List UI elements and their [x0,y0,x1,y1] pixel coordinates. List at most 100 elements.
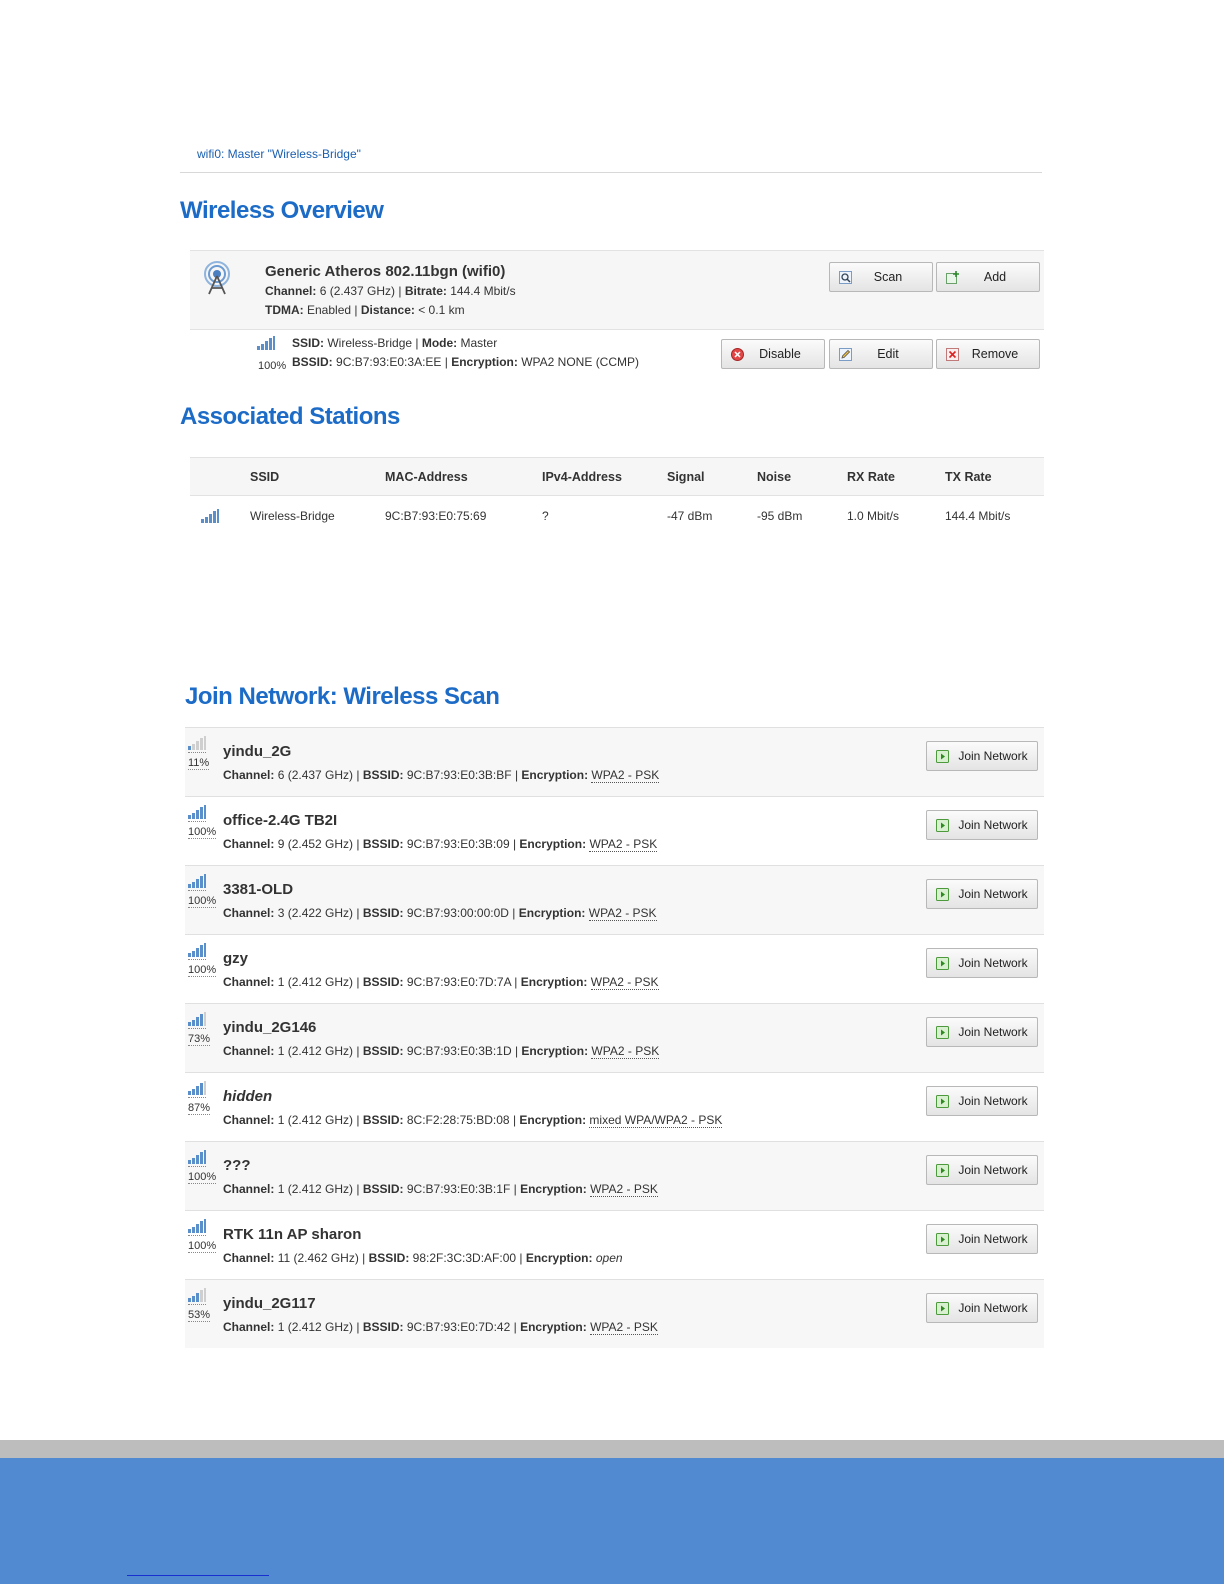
join-icon [936,1164,949,1177]
signal-underline [188,1235,206,1236]
join-network-button[interactable]: Join Network [926,1293,1038,1323]
network-ssid: RTK 11n AP sharon [223,1226,362,1243]
channel-value: 9 (2.452 GHz) [277,837,354,851]
col-noise: Noise [757,469,792,484]
bssid-value: 9C:B7:93:E0:3B:BF [406,768,512,782]
device-name: Generic Atheros 802.11bgn (wifi0) [265,263,506,280]
network-ssid: yindu_2G117 [223,1295,316,1312]
network-ssid-line: SSID: Wireless-Bridge | Mode: Master [292,336,498,350]
channel-value: 3 (2.422 GHz) [277,906,354,920]
tab-divider [180,172,1042,173]
signal-pct: 100% [188,1240,217,1253]
bssid-label: BSSID: [362,975,404,989]
signal-icon [188,1081,206,1095]
bssid-value: 9C:B7:93:E0:3B:09 [406,837,510,851]
bssid-label: BSSID: [368,1251,410,1265]
signal-underline [188,959,206,960]
encryption-label: Encryption: [525,1251,593,1265]
network-bssid-line: BSSID: 9C:B7:93:E0:3A:EE | Encryption: W… [292,355,640,369]
list-item: 100%??? Channel: 1 (2.412 GHz) | BSSID: 9… [185,1141,1044,1210]
channel-value: 11 (2.462 GHz) [277,1251,359,1265]
signal-icon [257,336,275,350]
network-details: Channel: 1 (2.412 GHz) | BSSID: 9C:B7:93… [223,1320,658,1335]
antenna-icon [204,261,230,295]
encryption-value: WPA2 NONE (CCMP) [521,355,640,369]
bssid-value: 98:2F:3C:3D:AF:00 [412,1251,517,1265]
bssid-value: 9C:B7:93:00:00:0D [406,906,509,920]
channel-value: 1 (2.412 GHz) [277,1044,354,1058]
bssid-label: BSSID: [362,837,404,851]
network-ssid: 3381-OLD [223,881,294,898]
station-noise: -95 dBm [757,509,803,523]
tdma-value: Enabled [307,303,352,317]
signal-underline [188,1304,206,1305]
signal-icon [188,1012,206,1026]
bssid-label: BSSID: [362,1320,404,1334]
network-details: Channel: 1 (2.412 GHz) | BSSID: 9C:B7:93… [223,1182,658,1197]
channel-label: Channel: [223,906,275,920]
footer-blue-band [0,1458,1224,1584]
join-network-button[interactable]: Join Network [926,1224,1038,1254]
join-network-button[interactable]: Join Network [926,810,1038,840]
list-item: 73% yindu_2G146 Channel: 1 (2.412 GHz) | B… [185,1003,1044,1072]
encryption-label: Encryption: [520,1320,587,1334]
station-mac: 9C:B7:93:E0:75:69 [385,509,487,523]
network-details: Channel: 3 (2.422 GHz) | BSSID: 9C:B7:93… [223,906,657,921]
join-icon [936,1302,949,1315]
encryption-label: Encryption: [520,1182,587,1196]
ssid-label: SSID: [292,336,325,350]
signal-underline [188,1166,206,1167]
col-signal: Signal [667,469,705,484]
channel-label: Channel: [223,1182,275,1196]
add-button[interactable]: Add [936,262,1040,292]
join-network-button[interactable]: Join Network [926,741,1038,771]
join-network-button[interactable]: Join Network [926,1086,1038,1116]
list-item: 100% 3381-OLD Channel: 3 (2.422 GHz) | BSS… [185,865,1044,934]
wireless-overview-panel: Generic Atheros 802.11bgn (wifi0) Channe… [190,250,1044,380]
signal-icon [188,736,206,750]
remove-button[interactable]: Remove [936,339,1040,369]
join-network-button[interactable]: Join Network [926,948,1038,978]
bssid-label: BSSID: [362,906,404,920]
signal-pct: 11% [188,757,210,770]
signal-icon [188,1219,206,1233]
signal-pct: 100% [188,1171,217,1184]
scan-button[interactable]: Scan [829,262,933,292]
signal-pct: 73% [188,1033,211,1046]
bitrate-label: Bitrate: [404,284,447,298]
bssid-label: BSSID: [292,355,333,369]
bssid-label: BSSID: [362,1044,404,1058]
tdma-label: TDMA: [265,303,304,317]
signal-underline [188,1097,206,1098]
channel-label: Channel: [265,284,317,298]
signal-icon [188,1288,206,1302]
edit-icon [839,348,852,361]
signal-icon [188,805,206,819]
list-item: 100% office-2.4G TB2I Channel: 9 (2.452 GH… [185,796,1044,865]
encryption-label: Encryption: [451,355,518,369]
edit-button[interactable]: Edit [829,339,933,369]
bssid-value: 9C:B7:93:E0:3B:1F [406,1182,511,1196]
disable-button[interactable]: Disable [721,339,825,369]
join-network-button[interactable]: Join Network [926,1155,1038,1185]
footer-link-underline[interactable] [127,1575,269,1576]
mode-value: Master [460,336,498,350]
channel-label: Channel: [223,837,275,851]
join-network-button[interactable]: Join Network [926,1017,1038,1047]
col-ipv4: IPv4-Address [542,469,622,484]
channel-label: Channel: [223,768,275,782]
encryption-label: Encryption: [521,768,589,782]
join-network-button[interactable]: Join Network [926,879,1038,909]
remove-icon [946,348,959,361]
signal-underline [188,1028,206,1029]
network-details: Channel: 1 (2.412 GHz) | BSSID: 8C:F2:28… [223,1113,723,1128]
footer-grey-band [0,1440,1224,1458]
tab-wifi0[interactable]: wifi0: Master "Wireless-Bridge" [197,147,361,161]
join-icon [936,1095,949,1108]
col-ssid: SSID [250,469,280,484]
distance-value: < 0.1 km [418,303,465,317]
encryption-label: Encryption: [520,975,588,989]
encryption-value: WPA2 - PSK [588,906,657,921]
network-ssid: yindu_2G146 [223,1019,317,1036]
channel-value: 1 (2.412 GHz) [277,1113,354,1127]
